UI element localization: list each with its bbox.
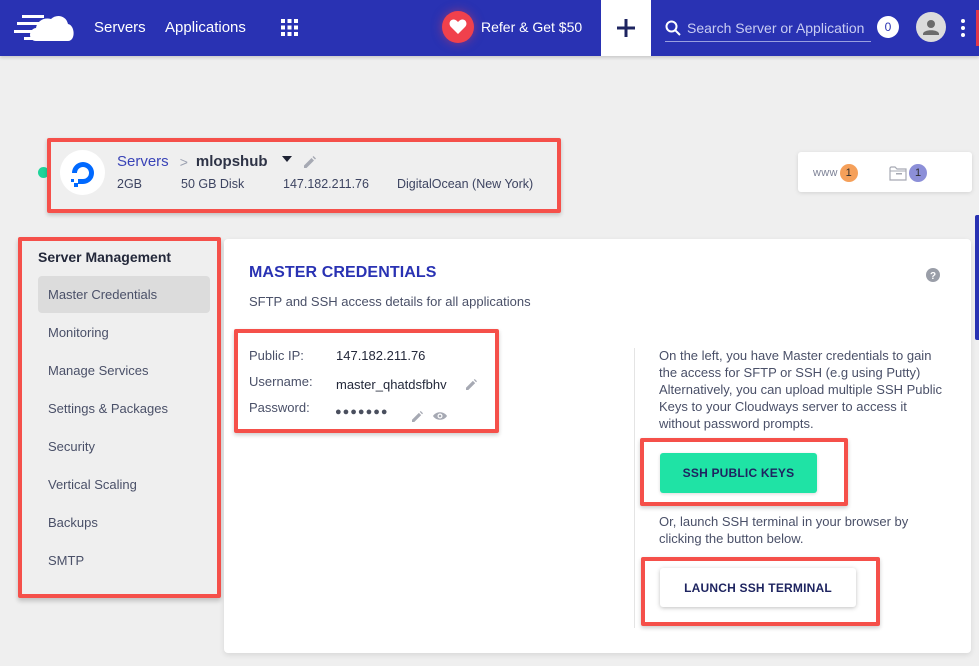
heart-icon xyxy=(442,11,474,43)
server-header-highlight xyxy=(47,138,561,213)
applications-counter[interactable]: www 1 xyxy=(813,164,858,182)
plus-icon xyxy=(617,19,635,37)
apps-grid-icon[interactable] xyxy=(281,19,298,36)
files-count-badge: 1 xyxy=(909,164,927,182)
page-subtitle: SFTP and SSH access details for all appl… xyxy=(249,294,531,309)
refer-button[interactable]: Refer & Get $50 xyxy=(442,11,582,43)
add-button[interactable] xyxy=(601,0,651,56)
search-input[interactable] xyxy=(687,19,865,36)
nav-applications[interactable]: Applications xyxy=(165,19,246,36)
user-avatar-icon[interactable] xyxy=(916,12,946,42)
server-counters: www 1 1 xyxy=(798,152,972,192)
page-title: MASTER CREDENTIALS xyxy=(249,264,437,281)
applications-count-badge: 1 xyxy=(839,164,858,182)
nav-servers[interactable]: Servers xyxy=(94,19,146,36)
www-icon: www xyxy=(813,167,838,179)
svg-text:?: ? xyxy=(930,271,936,282)
more-vertical-icon[interactable] xyxy=(959,18,967,38)
files-counter[interactable]: 1 xyxy=(889,164,927,182)
ssh-terminal-description: Or, launch SSH terminal in your browser … xyxy=(659,514,909,546)
search-icon xyxy=(665,20,681,36)
cloudways-logo[interactable] xyxy=(14,11,76,44)
sidebar-highlight xyxy=(18,237,221,598)
folder-icon xyxy=(889,165,907,181)
ssh-terminal-highlight xyxy=(641,557,880,626)
search-box xyxy=(665,14,871,42)
notifications-badge[interactable]: 0 xyxy=(877,16,899,38)
refer-label: Refer & Get $50 xyxy=(481,19,583,35)
ssh-keys-description: On the left, you have Master credentials… xyxy=(659,348,943,431)
side-panel-tab[interactable] xyxy=(975,215,979,340)
top-navbar: Servers Applications Refer & Get $50 0 xyxy=(0,0,979,56)
help-icon[interactable]: ? xyxy=(926,268,940,282)
credentials-highlight xyxy=(234,329,499,433)
vertical-divider xyxy=(634,348,635,628)
ssh-keys-highlight xyxy=(640,438,848,506)
